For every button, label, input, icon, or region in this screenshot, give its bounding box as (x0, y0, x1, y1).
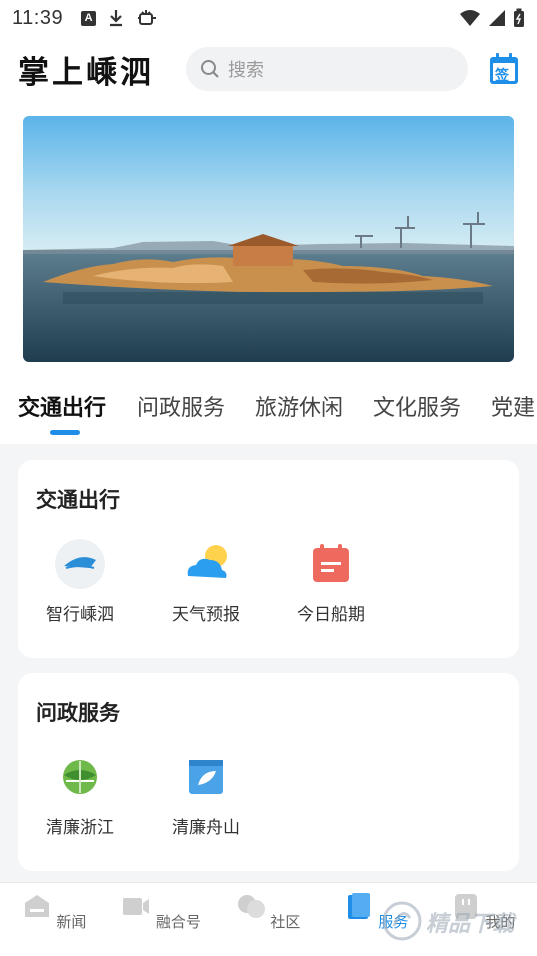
debug-bug-icon (138, 10, 157, 25)
nav-label: 社区 (270, 913, 301, 931)
integrity-zhejiang-icon (54, 751, 106, 803)
active-tab-indicator (50, 430, 80, 435)
nav-news[interactable]: 新闻 (14, 891, 94, 932)
service-item-zhixing[interactable]: 智行嵊泗 (25, 538, 135, 625)
service-label: 天气预报 (172, 605, 240, 625)
download-icon (110, 10, 123, 27)
status-bar: 11:39 A (0, 0, 537, 36)
integrity-zhoushan-icon (180, 751, 232, 803)
section-card-traffic: 交通出行 智行嵊泗 天气预报 今日船期 (18, 460, 519, 658)
service-label: 智行嵊泗 (46, 605, 114, 625)
service-category-tabs: 交通出行 问政服务 旅游休闲 文化服务 党建 (0, 380, 537, 440)
wifi-icon (460, 10, 480, 26)
service-label: 清廉浙江 (46, 818, 114, 838)
community-icon (237, 895, 265, 918)
search-placeholder: 搜索 (228, 60, 264, 81)
profile-icon (454, 894, 477, 919)
nav-label: 服务 (378, 913, 409, 931)
service-item-weather[interactable]: 天气预报 (151, 538, 261, 625)
sign-label: 签 (495, 68, 509, 84)
calendar-icon (305, 538, 357, 590)
banner-image[interactable] (23, 116, 514, 362)
battery-icon (514, 8, 524, 27)
section-title: 交通出行 (36, 488, 120, 512)
ferry-logo-icon (54, 538, 106, 590)
video-icon (123, 898, 150, 915)
nav-label: 我的 (485, 913, 516, 931)
service-item-ferry-schedule[interactable]: 今日船期 (276, 538, 386, 625)
banner-section: 交通出行 问政服务 旅游休闲 文化服务 党建 (0, 102, 537, 444)
service-item-qinglian-zhejiang[interactable]: 清廉浙江 (25, 751, 135, 838)
nav-service[interactable]: 服务 (336, 891, 416, 932)
search-input[interactable]: 搜索 (186, 47, 468, 91)
section-title: 问政服务 (36, 701, 120, 725)
nav-media[interactable]: 融合号 (121, 891, 201, 932)
island-photo (23, 116, 514, 362)
tab-traffic[interactable]: 交通出行 (18, 390, 106, 422)
nav-community[interactable]: 社区 (228, 891, 308, 932)
service-label: 今日船期 (297, 605, 365, 625)
nav-label: 新闻 (56, 913, 87, 931)
tab-tourism[interactable]: 旅游休闲 (255, 390, 343, 422)
status-time: 11:39 (12, 6, 64, 29)
app-header: 掌上嵊泗 搜索 签 (0, 36, 537, 102)
tab-party[interactable]: 党建 (491, 390, 535, 422)
service-label: 清廉舟山 (172, 818, 240, 838)
search-icon (201, 60, 219, 78)
weather-icon (180, 538, 232, 590)
tab-culture[interactable]: 文化服务 (373, 390, 461, 422)
nav-label: 融合号 (155, 913, 201, 931)
signal-icon (489, 10, 505, 26)
bottom-navigation: 新闻 融合号 社区 服务 我的 (0, 882, 537, 956)
service-item-qinglian-zhoushan[interactable]: 清廉舟山 (151, 751, 261, 838)
tab-inquiry[interactable]: 问政服务 (137, 390, 225, 422)
section-card-inquiry: 问政服务 清廉浙江 清廉舟山 (18, 673, 519, 871)
service-icon (347, 893, 370, 919)
news-icon (24, 895, 49, 917)
app-logo: 掌上嵊泗 (18, 54, 154, 91)
nav-profile[interactable]: 我的 (443, 891, 523, 932)
notification-a-icon: A (81, 10, 97, 26)
sign-in-button[interactable]: 签 (489, 53, 519, 85)
